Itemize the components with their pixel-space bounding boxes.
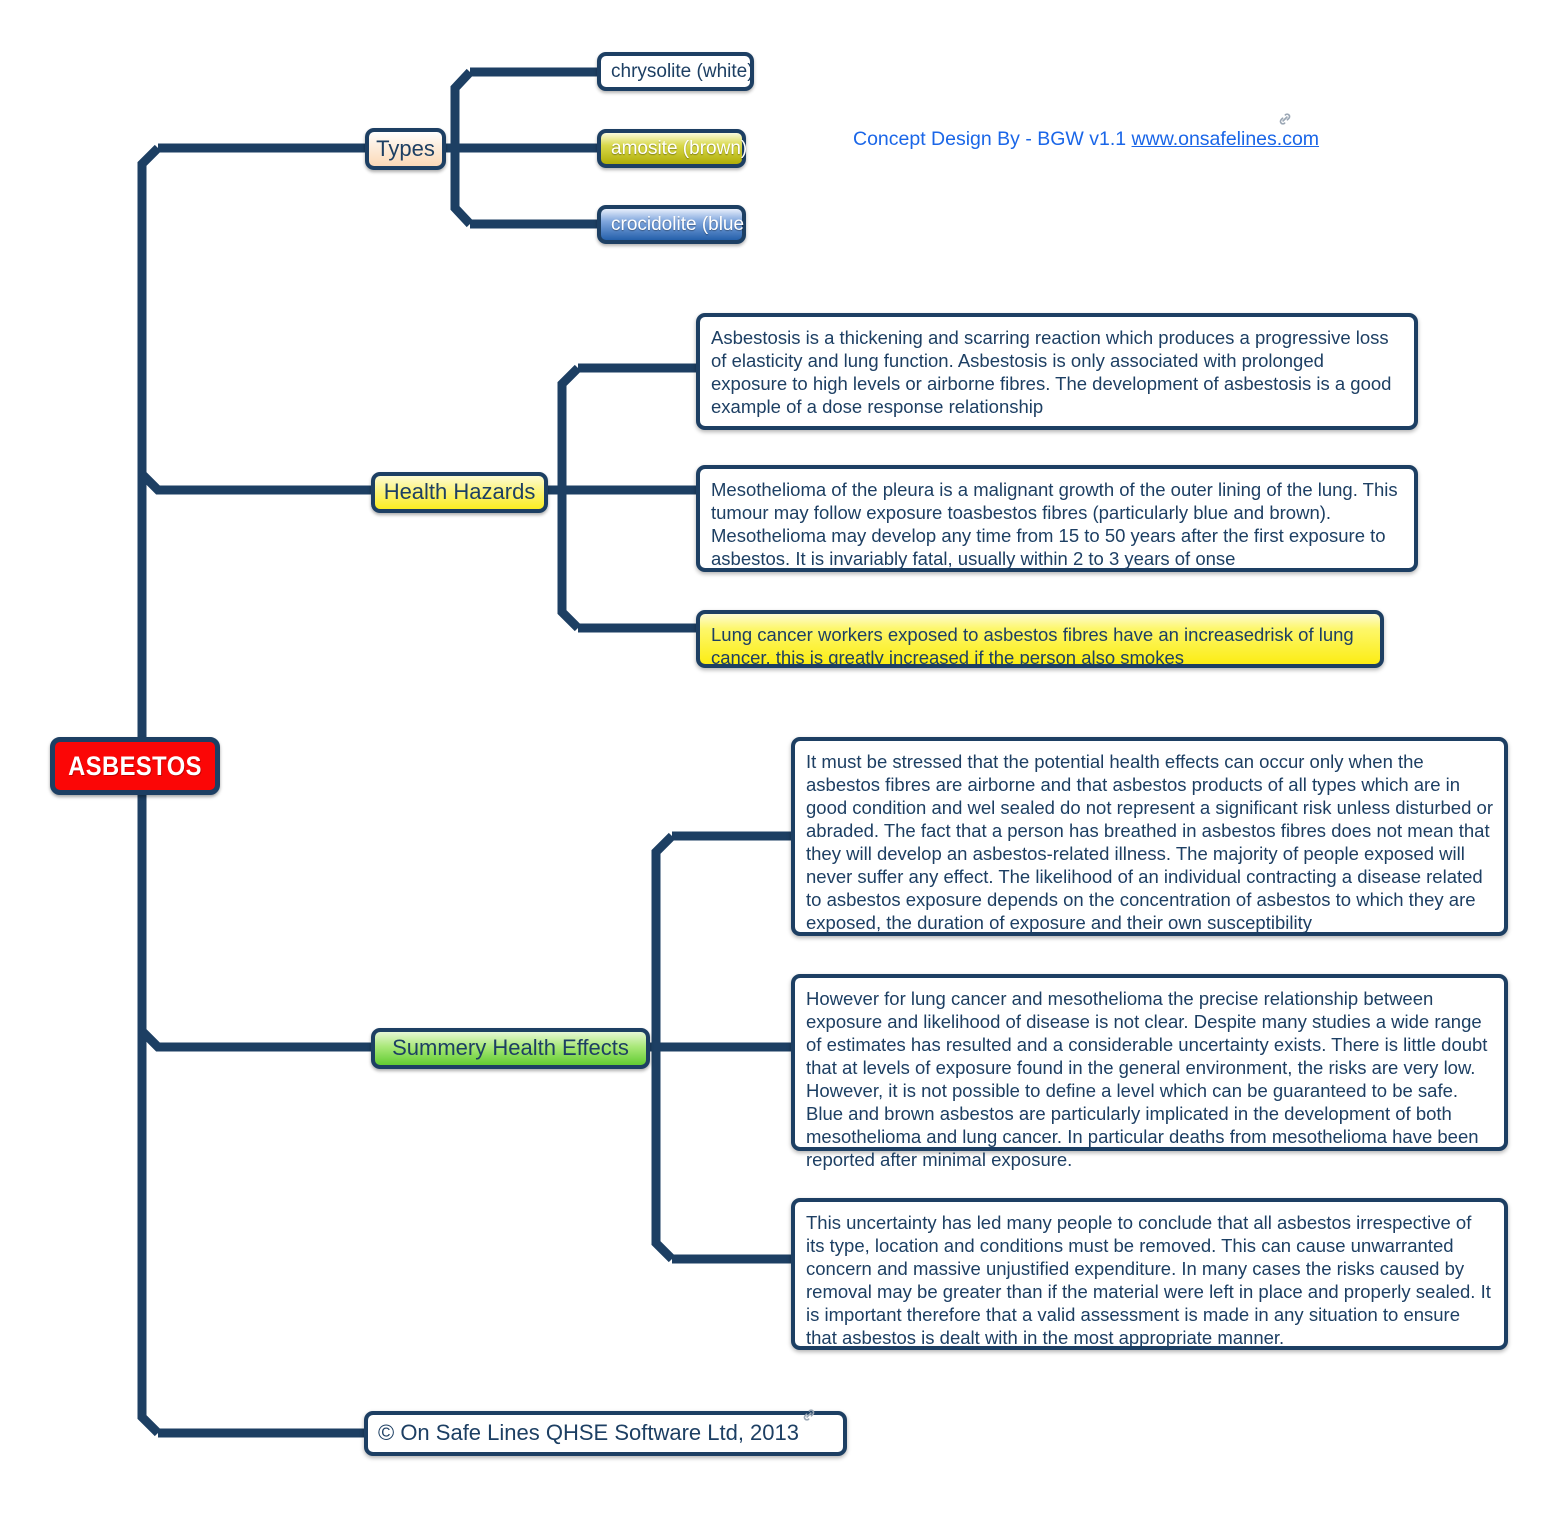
detail-panel-asbestosis[interactable]: Asbestosis is a thickening and scarring … <box>696 313 1418 430</box>
footer-node-copyright[interactable]: © On Safe Lines QHSE Software Ltd, 2013 <box>364 1411 847 1456</box>
summary-subspine <box>651 832 676 1263</box>
branch-node-summary-health-effects[interactable]: Summery Health Effects <box>371 1028 650 1069</box>
trunk-to-summary <box>138 1027 372 1052</box>
credit-line: Concept Design By - BGW v1.1 www.onsafel… <box>853 128 1319 151</box>
detail-panel-uncertainty-removal-text: This uncertainty has led many people to … <box>806 1212 1491 1349</box>
detail-panel-precise-relationship-text: However for lung cancer and mesothelioma… <box>806 988 1488 1171</box>
root-node-asbestos[interactable]: ASBESTOS <box>50 737 220 795</box>
detail-panel-potential-health-effects[interactable]: It must be stressed that the potential h… <box>791 737 1508 936</box>
leaf-node-amosite-label: amosite (brown) <box>611 137 748 159</box>
leaf-node-amosite[interactable]: amosite (brown) <box>597 129 748 168</box>
footer-node-copyright-label: © On Safe Lines QHSE Software Ltd, 2013 <box>378 1420 799 1446</box>
detail-panel-mesothelioma-text: Mesothelioma of the pleura is a malignan… <box>711 479 1398 570</box>
leaf-node-crocidolite[interactable]: crocidolite (blue <box>597 205 746 244</box>
leaf-node-crocidolite-label: crocidolite (blue <box>611 213 745 235</box>
detail-panel-precise-relationship[interactable]: However for lung cancer and mesothelioma… <box>791 974 1508 1170</box>
credit-prefix: Concept Design By - BGW v1.1 <box>853 128 1132 150</box>
detail-panel-lung-cancer-text: Lung cancer workers exposed to asbestos … <box>711 624 1354 669</box>
branch-node-types[interactable]: Types <box>365 128 446 170</box>
root-node-label: ASBESTOS <box>68 750 202 781</box>
branch-node-health-hazards-label: Health Hazards <box>383 479 536 505</box>
health-subspine <box>557 364 582 632</box>
credit-url-link[interactable]: www.onsafelines.com <box>1132 128 1320 150</box>
link-icon <box>1279 113 1291 125</box>
detail-panel-potential-health-effects-text: It must be stressed that the potential h… <box>806 751 1493 934</box>
branch-node-summary-health-effects-label: Summery Health Effects <box>392 1035 629 1061</box>
branch-node-health-hazards[interactable]: Health Hazards <box>371 472 548 513</box>
detail-panel-mesothelioma[interactable]: Mesothelioma of the pleura is a malignan… <box>696 465 1418 572</box>
trunk-to-health-hazards <box>138 470 372 495</box>
types-subspine <box>450 68 474 228</box>
mindmap-canvas: Concept Design By - BGW v1.1 www.onsafel… <box>0 0 1555 1523</box>
leaf-node-chrysolite-label: chrysolite (white) <box>611 60 754 82</box>
leaf-node-chrysolite[interactable]: chrysolite (white) <box>597 52 754 91</box>
detail-panel-uncertainty-removal[interactable]: This uncertainty has led many people to … <box>791 1198 1508 1350</box>
detail-panel-lung-cancer[interactable]: Lung cancer workers exposed to asbestos … <box>696 610 1384 668</box>
branch-node-types-label: Types <box>376 135 435 161</box>
detail-panel-asbestosis-text: Asbestosis is a thickening and scarring … <box>711 327 1392 418</box>
footer-link-icon <box>803 1409 815 1421</box>
